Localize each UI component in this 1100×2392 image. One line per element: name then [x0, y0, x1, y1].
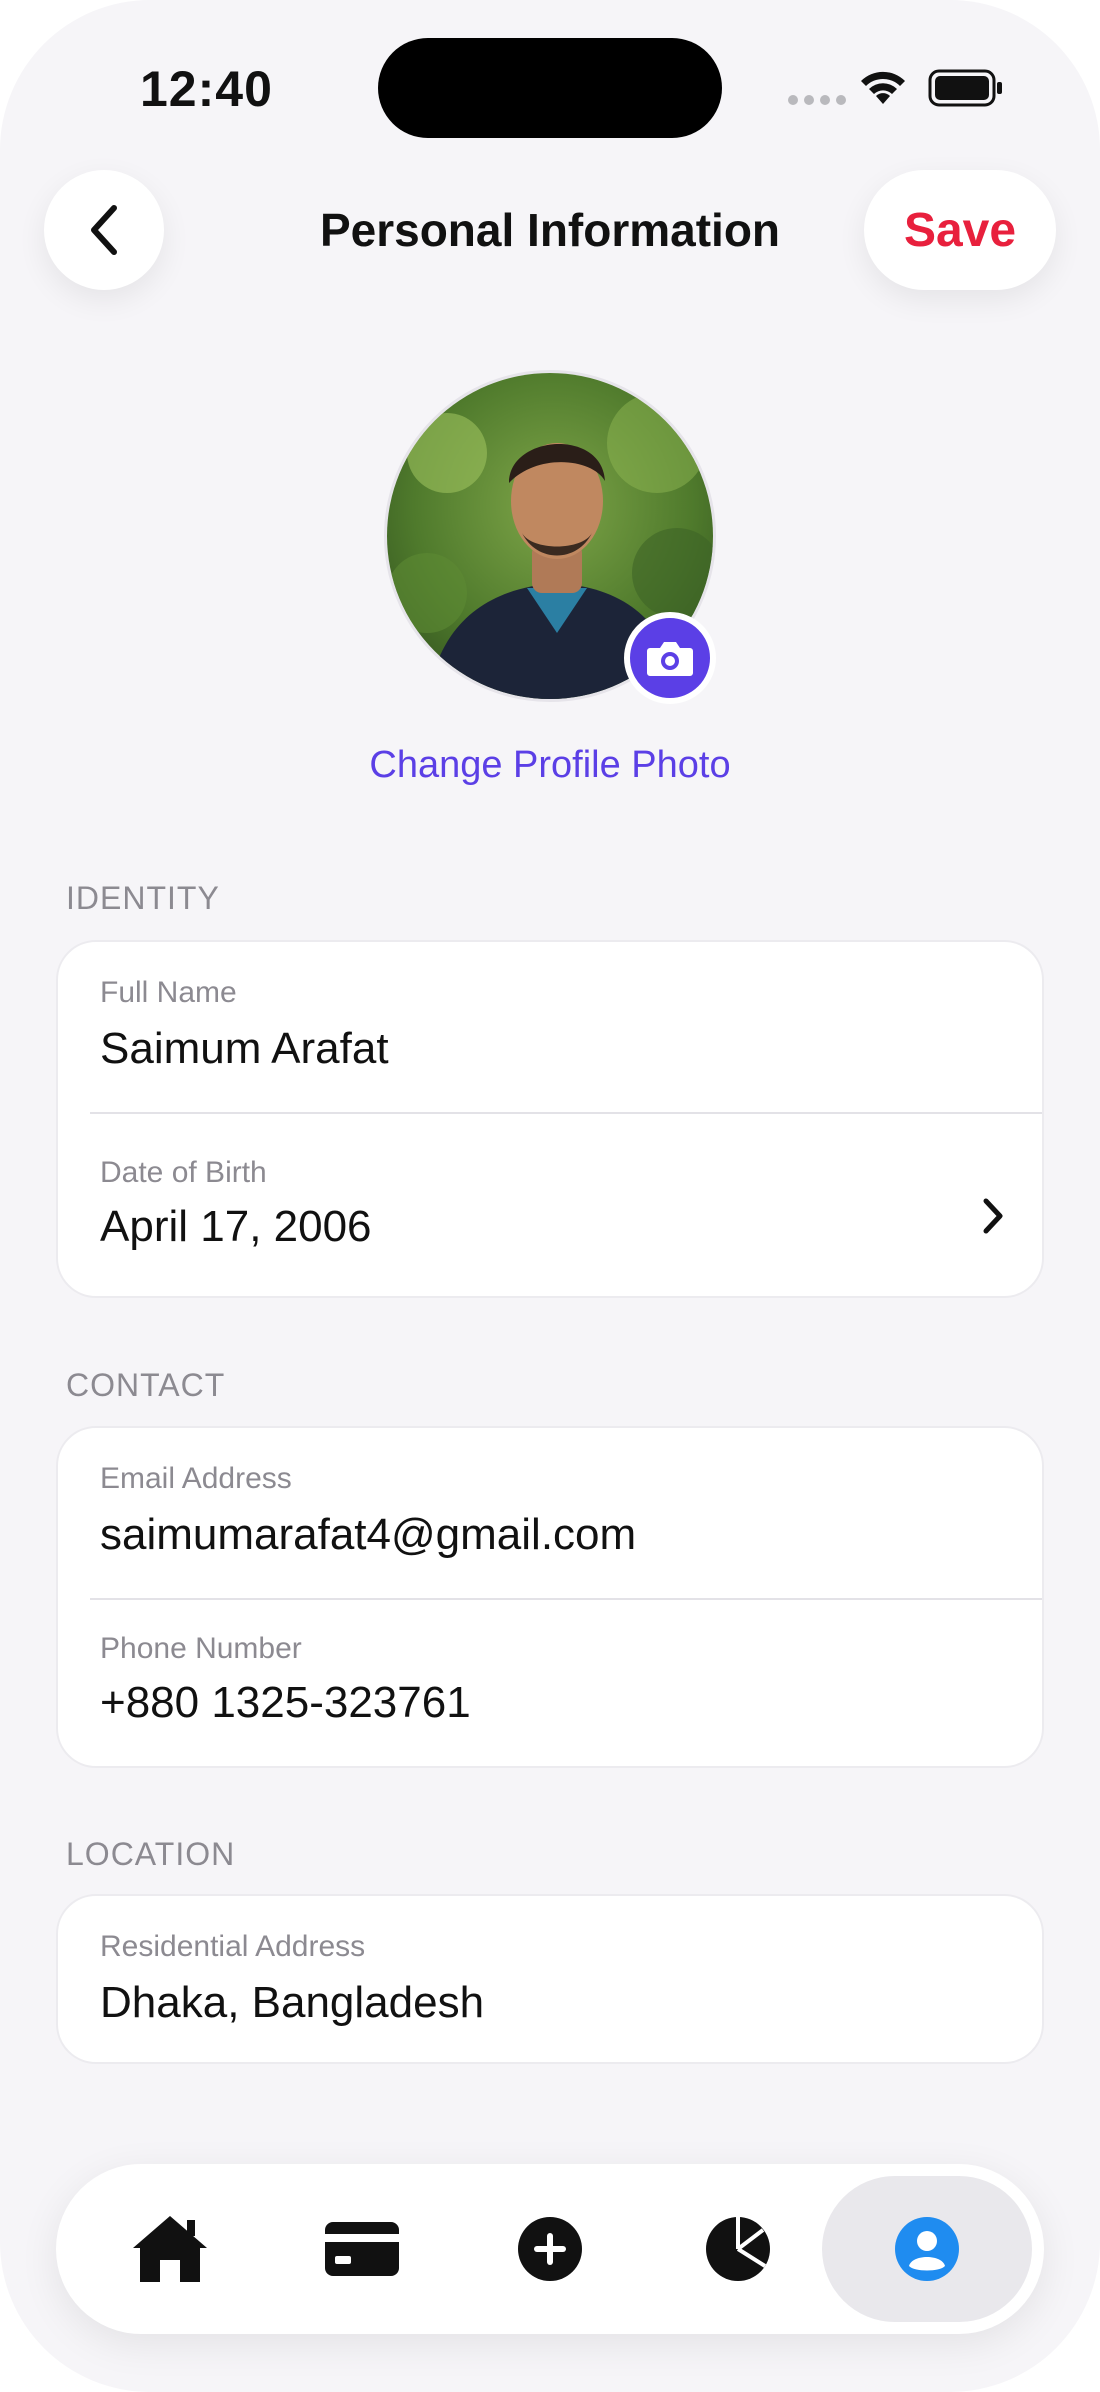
add-icon [518, 2217, 582, 2281]
field-label: Email Address [100, 1462, 292, 1495]
email-field[interactable]: Email Address saimumarafat4@gmail.com [58, 1428, 1046, 1598]
pie-chart-icon [706, 2217, 770, 2281]
field-label: Full Name [100, 976, 237, 1009]
residential-address-field[interactable]: Residential Address Dhaka, Bangladesh [58, 1896, 1046, 2066]
tab-analytics[interactable] [648, 2164, 828, 2334]
cellular-signal-icon [788, 95, 846, 105]
status-time: 12:40 [140, 61, 273, 117]
field-value: Saimum Arafat [100, 1024, 389, 1073]
home-icon [133, 2216, 207, 2282]
field-label: Phone Number [100, 1632, 302, 1665]
tab-profile[interactable] [822, 2176, 1032, 2322]
contact-card: Email Address saimumarafat4@gmail.com Ph… [56, 1426, 1044, 1768]
phone-number-field[interactable]: Phone Number +880 1325-323761 [58, 1600, 1046, 1770]
change-profile-photo-link[interactable]: Change Profile Photo [0, 744, 1100, 787]
profile-icon [895, 2217, 959, 2281]
battery-icon [928, 69, 1002, 107]
tab-bar [56, 2164, 1044, 2334]
section-title-location: LOCATION [66, 1836, 236, 1872]
tab-cards[interactable] [272, 2164, 452, 2334]
card-icon [325, 2222, 399, 2276]
field-label: Date of Birth [100, 1156, 267, 1189]
field-value: +880 1325-323761 [100, 1678, 471, 1727]
field-label: Residential Address [100, 1930, 366, 1963]
field-value: April 17, 2006 [100, 1202, 372, 1251]
camera-icon [647, 642, 693, 676]
date-of-birth-field[interactable]: Date of Birth April 17, 2006 [58, 1114, 1046, 1300]
identity-card: Full Name Saimum Arafat Date of Birth Ap… [56, 940, 1044, 1298]
section-title-identity: IDENTITY [66, 880, 220, 916]
chevron-right-icon [983, 1198, 1003, 1234]
section-title-contact: CONTACT [66, 1367, 226, 1403]
save-button[interactable]: Save [864, 170, 1056, 290]
tab-add[interactable] [460, 2164, 640, 2334]
tab-home[interactable] [80, 2164, 260, 2334]
location-card: Residential Address Dhaka, Bangladesh [56, 1894, 1044, 2064]
full-name-field[interactable]: Full Name Saimum Arafat [58, 942, 1046, 1112]
field-value: Dhaka, Bangladesh [100, 1978, 485, 2027]
dynamic-island [378, 38, 722, 138]
profile-photo[interactable] [384, 370, 716, 704]
field-value: saimumarafat4@gmail.com [100, 1510, 637, 1559]
wifi-icon [861, 71, 905, 104]
phone-screen: 12:40 Personal Information Save Change P… [0, 0, 1100, 2392]
change-photo-button[interactable] [624, 612, 716, 704]
